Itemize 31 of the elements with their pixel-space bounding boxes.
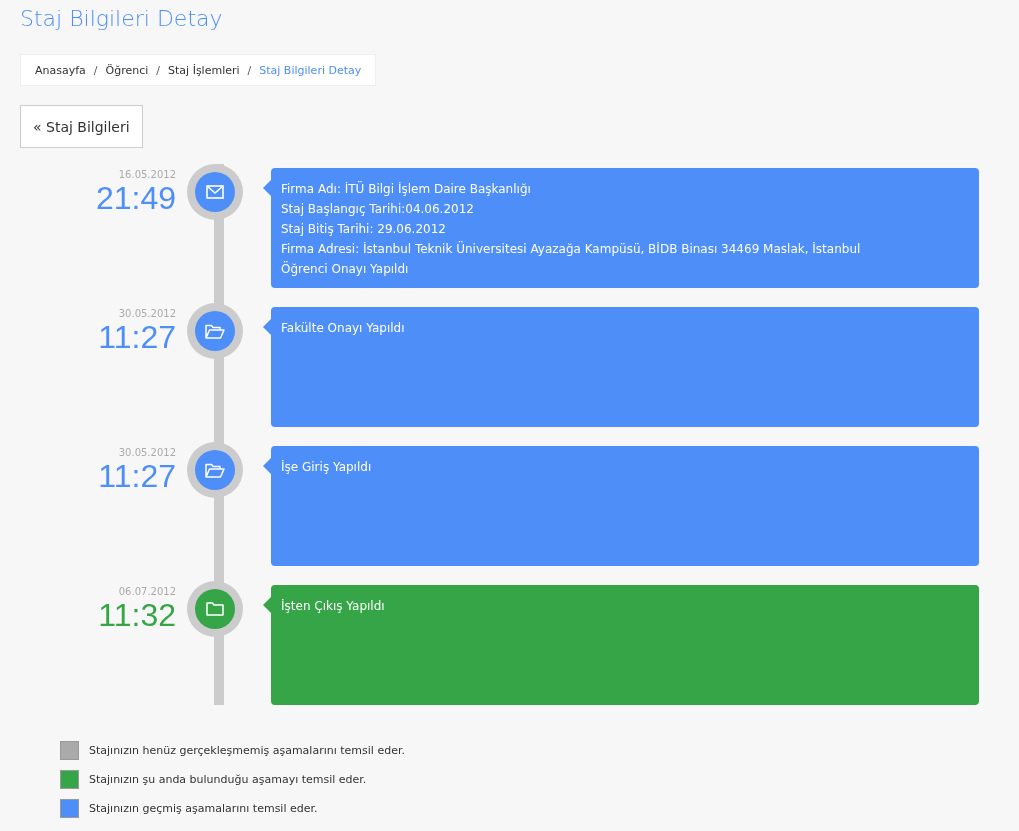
event-text: Firma Adresi: İstanbul Teknik Üniversitesi Ayazağa Kampüsü, BİDB Binası 34469 Maslak, İstanbul: [281, 240, 862, 258]
event-time: 11:27: [97, 458, 176, 494]
event-text: İşe Giriş Yapıldı: [281, 459, 373, 476]
open-folder-icon: [205, 323, 225, 339]
event-date: 06.07.2012: [117, 586, 176, 597]
legend-text: Stajınızın şu anda bulunduğu aşamayı temsil eder.: [89, 773, 367, 786]
legend-text: Stajınızın geçmiş aşamalarını temsil eder.: [89, 802, 318, 815]
event-text: Fakülte Onayı Yapıldı: [281, 320, 406, 337]
folder-icon: [206, 602, 224, 616]
event-text: İşten Çıkış Yapıldı: [281, 598, 386, 615]
breadcrumb-separator: /: [156, 63, 161, 77]
event-time: 11:27: [97, 319, 176, 355]
event-date: 30.05.2012: [117, 447, 176, 458]
open-folder-icon: [205, 462, 225, 478]
event-text: Staj Başlangıç Tarihi:04.06.2012: [281, 201, 475, 218]
breadcrumb-link[interactable]: Öğrenci: [105, 63, 149, 77]
event-text: Firma Adı: İTÜ Bilgi İşlem Daire Başkanlığı: [281, 180, 532, 198]
breadcrumb-separator: /: [247, 63, 252, 77]
event-time: 11:32: [97, 597, 176, 633]
legend-text: Stajınızın henüz gerçekleşmemiş aşamalarını temsil eder.: [89, 744, 405, 757]
event-date: 16.05.2012: [117, 169, 176, 180]
event-time: 21:49: [94, 180, 176, 216]
event-text: Öğrenci Onayı Yapıldı: [281, 260, 410, 278]
envelope-icon: [206, 185, 224, 199]
breadcrumb-link[interactable]: Anasayfa: [35, 63, 86, 77]
back-button[interactable]: « Staj Bilgileri: [20, 105, 143, 148]
page-title: Staj Bilgileri Detay: [20, 5, 224, 33]
event-date: 30.05.2012: [117, 308, 176, 319]
breadcrumb-link[interactable]: Staj İşlemleri: [168, 63, 240, 77]
event-text: Staj Bitiş Tarihi: 29.06.2012: [281, 221, 447, 238]
breadcrumb-separator: /: [93, 63, 98, 77]
